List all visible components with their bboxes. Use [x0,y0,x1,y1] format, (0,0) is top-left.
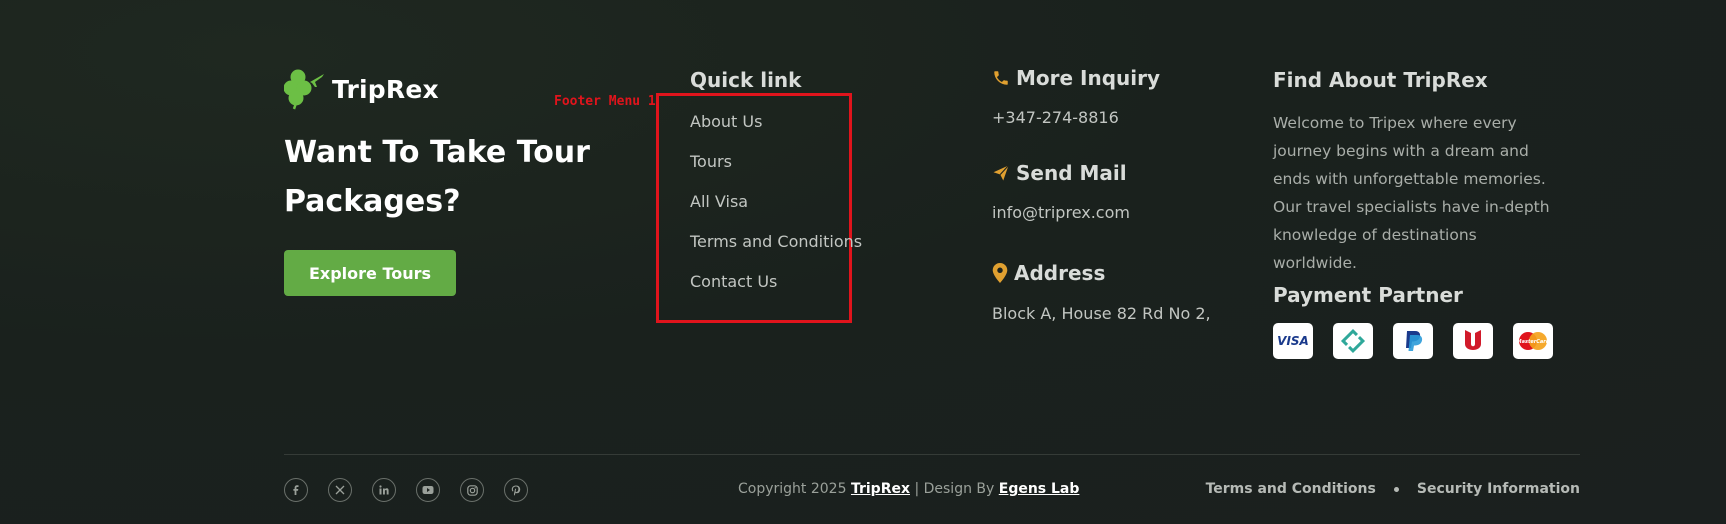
send-mail-title: Send Mail [1016,161,1127,185]
quick-link-all-visa[interactable]: All Visa [690,192,862,232]
inquiry-phone[interactable]: +347-274-8816 [992,108,1119,127]
mastercard-text: MasterCard [1516,338,1550,345]
contact-email[interactable]: info@triprex.com [992,203,1130,222]
contact-address: Block A, House 82 Rd No 2, [992,304,1211,323]
paypal-shape [1406,331,1423,351]
quick-link-tours[interactable]: Tours [690,152,862,192]
bank-icon[interactable] [1453,323,1493,359]
mastercard-icon[interactable]: MasterCard [1513,323,1553,359]
design-by-text: | Design By [914,481,995,497]
payment-partner-list: VISA MasterCard [1273,323,1553,359]
payoneer-icon[interactable] [1333,323,1373,359]
map-pin-icon [992,263,1008,283]
instagram-icon[interactable] [460,478,484,502]
about-description: Welcome to Tripex where every journey be… [1273,114,1550,272]
quick-link-title: Quick link [690,68,802,92]
paypal-icon[interactable] [1393,323,1433,359]
terms-link[interactable]: Terms and Conditions [1206,481,1376,497]
footer-tagline: Want To Take Tour Packages? [284,135,590,219]
separator-dot [1393,486,1399,492]
quick-link-menu: About Us Tours All Visa Terms and Condit… [690,112,862,312]
x-icon[interactable] [328,478,352,502]
annotation-label: Footer Menu 1 [554,94,656,109]
copyright: Copyright 2025 TripRex | Design By Egens… [738,481,1079,497]
visa-text: VISA [1277,334,1309,348]
legal-links: Terms and Conditions Security Informatio… [1206,481,1580,497]
explore-tours-button[interactable]: Explore Tours [284,250,456,296]
payoneer-shape [1340,328,1366,354]
quick-link-contact-us[interactable]: Contact Us [690,272,862,312]
address-title: Address [1014,261,1106,285]
quick-link-terms[interactable]: Terms and Conditions [690,232,862,272]
address-heading: Address [992,261,1105,285]
more-inquiry-title: More Inquiry [1016,66,1161,90]
more-inquiry-heading: More Inquiry [992,66,1160,90]
social-links [284,478,528,502]
phone-icon [994,71,1008,85]
payment-partner-title: Payment Partner [1273,283,1463,307]
quick-link-about-us[interactable]: About Us [690,112,862,152]
clover-plane-icon [284,69,324,110]
footer: TripRex Want To Take Tour Packages? Expl… [284,0,1580,524]
youtube-icon[interactable] [416,478,440,502]
send-mail-heading: Send Mail [992,161,1127,185]
security-link[interactable]: Security Information [1417,481,1580,497]
footer-divider [284,454,1580,455]
visa-icon[interactable]: VISA [1273,323,1313,359]
designer-link[interactable]: Egens Lab [999,481,1080,497]
linkedin-icon[interactable] [372,478,396,502]
bank-shape [1465,330,1481,350]
paper-plane-icon [993,165,1009,181]
find-about-title: Find About TripRex [1273,68,1488,92]
copyright-prefix: Copyright 2025 [738,481,847,497]
brand-logo[interactable]: TripRex [284,68,439,110]
brand-name: TripRex [332,74,439,104]
facebook-icon[interactable] [284,478,308,502]
brand-link[interactable]: TripRex [851,481,910,497]
pinterest-icon[interactable] [504,478,528,502]
